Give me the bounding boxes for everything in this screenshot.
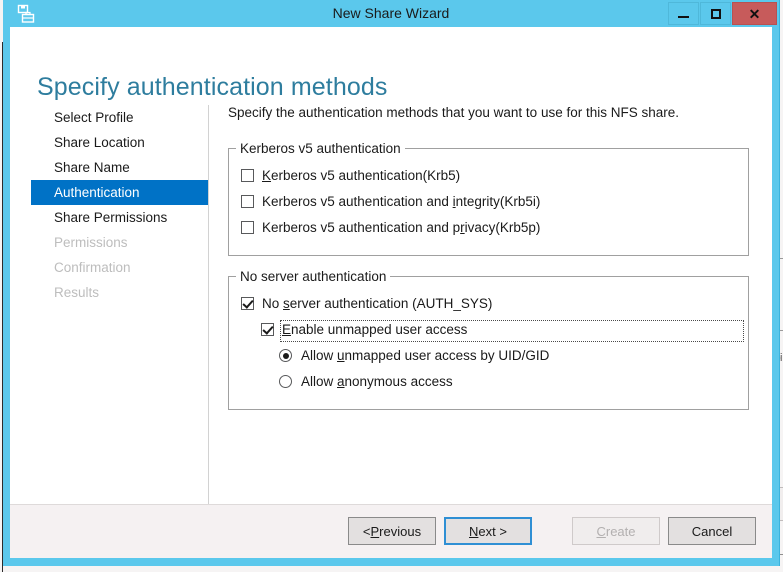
wizard-content-pane: Specify the authentication methods that … bbox=[222, 105, 754, 430]
wizard-client-area: Specify authentication methods Select Pr… bbox=[10, 27, 772, 558]
checkbox-row-krb5[interactable]: Kerberos v5 authentication(Krb5) bbox=[229, 165, 748, 191]
sidebar-item-authentication[interactable]: Authentication bbox=[31, 180, 208, 205]
checkbox-row-krb5i[interactable]: Kerberos v5 authentication and integrity… bbox=[229, 191, 748, 217]
anonymous-label: Allow anonymous access bbox=[301, 374, 453, 389]
unmapped-uid-gid-label: Allow unmapped user access by UID/GID bbox=[301, 348, 550, 363]
wizard-footer-buttons: < Previous Next > Create Cancel bbox=[348, 517, 756, 545]
maximize-icon bbox=[710, 8, 721, 19]
checkbox-row-krb5p[interactable]: Kerberos v5 authentication and privacy(K… bbox=[229, 217, 748, 243]
next-button[interactable]: Next > bbox=[444, 517, 532, 545]
previous-button[interactable]: < Previous bbox=[348, 517, 436, 545]
sidebar-item-results: Results bbox=[54, 285, 100, 300]
close-button[interactable]: ✕ bbox=[732, 2, 777, 25]
sidebar-item-share-location[interactable]: Share Location bbox=[10, 130, 208, 155]
krb5-label: Kerberos v5 authentication(Krb5) bbox=[262, 168, 461, 183]
kerberos-group-label: Kerberos v5 authentication bbox=[236, 141, 405, 156]
krb5p-checkbox[interactable] bbox=[241, 221, 254, 234]
title-bar[interactable]: New Share Wizard ✕ bbox=[3, 0, 779, 27]
unmapped-uid-gid-radio[interactable] bbox=[279, 349, 292, 362]
wizard-footer: < Previous Next > Create Cancel bbox=[10, 504, 772, 558]
close-icon: ✕ bbox=[748, 5, 761, 22]
wizard-step-nav: Select Profile Share Location Share Name… bbox=[10, 105, 208, 305]
create-button: Create bbox=[572, 517, 660, 545]
minimize-icon bbox=[678, 15, 689, 18]
radio-row-unmapped-uid-gid[interactable]: Allow unmapped user access by UID/GID bbox=[229, 345, 748, 371]
enable-unmapped-label: Enable unmapped user access bbox=[282, 322, 468, 337]
auth-sys-label: No server authentication (AUTH_SYS) bbox=[262, 296, 493, 311]
sidebar-item-select-profile[interactable]: Select Profile bbox=[10, 105, 208, 130]
krb5i-checkbox[interactable] bbox=[241, 195, 254, 208]
enable-unmapped-checkbox[interactable] bbox=[261, 323, 274, 336]
instruction-text: Specify the authentication methods that … bbox=[228, 105, 679, 120]
sidebar-item-share-name[interactable]: Share Name bbox=[10, 155, 208, 180]
krb5i-label: Kerberos v5 authentication and integrity… bbox=[262, 194, 541, 209]
checkbox-row-auth-sys[interactable]: No server authentication (AUTH_SYS) bbox=[229, 293, 748, 319]
window-title: New Share Wizard bbox=[332, 5, 450, 21]
nav-content-divider bbox=[208, 105, 209, 505]
share-wizard-icon bbox=[12, 0, 40, 27]
no-server-auth-group-box: No server authentication No server authe… bbox=[228, 269, 749, 410]
sidebar-item-share-permissions[interactable]: Share Permissions bbox=[10, 205, 208, 230]
kerberos-group-box: Kerberos v5 authentication Kerberos v5 a… bbox=[228, 141, 749, 256]
new-share-wizard-window: New Share Wizard ✕ Specify authenticatio… bbox=[3, 0, 780, 566]
window-controls: ✕ bbox=[667, 2, 777, 25]
sidebar-item-permissions: Permissions bbox=[54, 235, 128, 250]
page-title: Specify authentication methods bbox=[37, 72, 388, 101]
cancel-button[interactable]: Cancel bbox=[668, 517, 756, 545]
anonymous-radio[interactable] bbox=[279, 375, 292, 388]
maximize-button[interactable] bbox=[700, 2, 731, 25]
sidebar-item-confirmation: Confirmation bbox=[54, 260, 131, 275]
auth-sys-checkbox[interactable] bbox=[241, 297, 254, 310]
krb5-checkbox[interactable] bbox=[241, 169, 254, 182]
minimize-button[interactable] bbox=[668, 2, 699, 25]
radio-row-anonymous[interactable]: Allow anonymous access bbox=[229, 371, 748, 397]
no-server-auth-group-label: No server authentication bbox=[236, 269, 391, 284]
krb5p-label: Kerberos v5 authentication and privacy(K… bbox=[262, 220, 541, 235]
checkbox-row-enable-unmapped[interactable]: Enable unmapped user access bbox=[229, 319, 748, 345]
